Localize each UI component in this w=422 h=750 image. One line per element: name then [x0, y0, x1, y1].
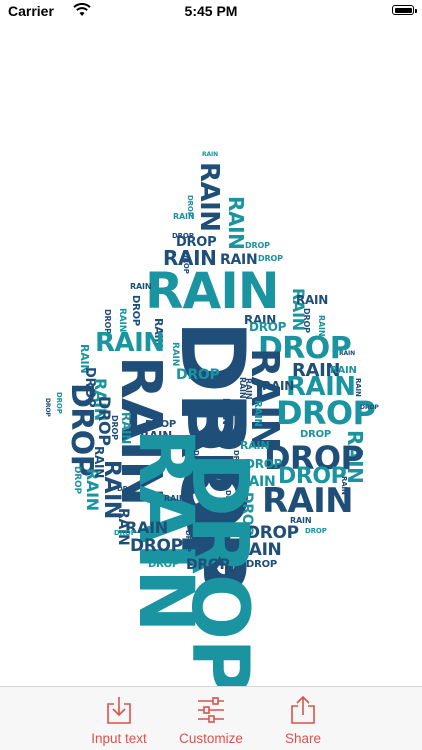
word-drop: DROP [55, 392, 63, 414]
sliders-icon [198, 697, 224, 723]
share-button[interactable]: Share [253, 695, 353, 749]
word-drop: DROP [246, 559, 278, 570]
word-drop: DROP [302, 308, 311, 333]
input-text-label: Input text [91, 731, 147, 746]
word-rain: RAIN [252, 400, 263, 427]
word-drop: DROP [148, 559, 180, 570]
word-drop: DROP [44, 398, 51, 417]
download-tray-icon [107, 697, 131, 724]
word-drop: DROP [196, 335, 218, 343]
word-rain: RAIN [145, 262, 280, 320]
word-drop: DROP [186, 557, 230, 573]
word-drop: DROP [176, 367, 220, 383]
share-icon [291, 695, 315, 724]
word-rain: RAIN [95, 328, 165, 358]
word-rain: RAIN [244, 378, 253, 400]
customize-button[interactable]: Customize [161, 695, 261, 749]
word-cloud: RAIN RAIN RAIN DROP RAIN DROP DROP RAIN RAIN DROP… [0, 0, 422, 687]
customize-label: Customize [179, 731, 243, 746]
word-drop: DROP [305, 527, 327, 535]
word-drop: DROP [72, 466, 82, 494]
word-drop: DROP [130, 295, 141, 327]
bottom-toolbar: Input text Customize Share [0, 686, 422, 750]
word-rain: RAIN [130, 282, 152, 291]
word-rain: RAIN [290, 516, 312, 525]
word-rain: RAIN [202, 151, 219, 158]
word-rain: RAIN [224, 196, 248, 250]
word-rain: RAIN [262, 481, 354, 521]
input-text-button[interactable]: Input text [69, 695, 169, 749]
share-label: Share [284, 731, 322, 746]
word-rain: RAIN [339, 350, 356, 357]
word-drop: DROP [245, 241, 270, 250]
word-drop: DROP [117, 485, 139, 493]
word-drop: DROP [276, 394, 376, 432]
word-rain: RAIN [240, 439, 270, 452]
word-drop: DROP [360, 404, 379, 411]
word-drop: DROP [110, 415, 119, 440]
word-rain: RAIN [194, 162, 224, 232]
word-rain: RAIN [262, 379, 295, 393]
word-rain: RAIN [173, 212, 195, 221]
word-rain: RAIN [296, 293, 329, 307]
word-rain: RAIN [330, 365, 357, 376]
